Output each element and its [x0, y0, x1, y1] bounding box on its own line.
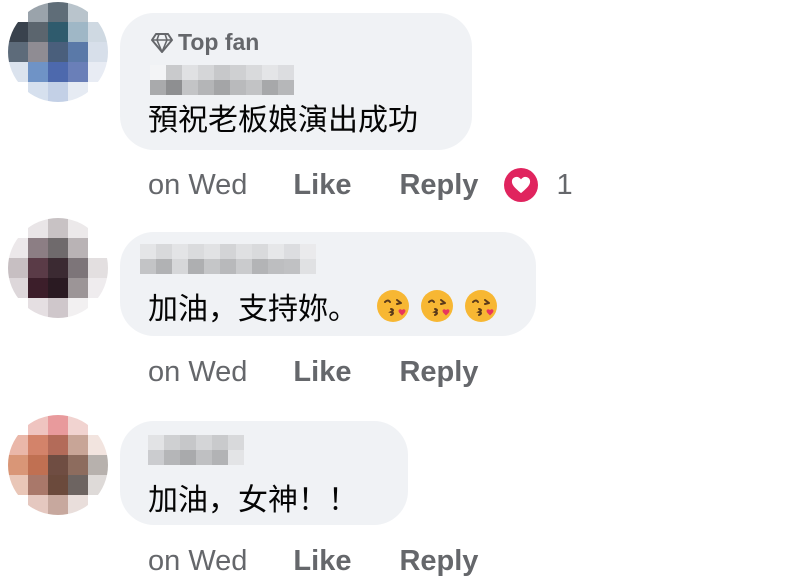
author-name-redacted[interactable] [150, 65, 294, 95]
timestamp[interactable]: on Wed [148, 545, 247, 578]
kissing-face-icon [421, 290, 453, 322]
badge-label: Top fan [178, 29, 260, 55]
comment-bubble: Top fan 預祝老板娘演出成功 [120, 13, 472, 150]
comment-text: 加油，支持妳。 [148, 284, 498, 328]
top-fan-badge: Top fan [150, 29, 259, 56]
comment-bubble: 加油，支持妳。 [120, 232, 536, 336]
author-name-redacted[interactable] [148, 435, 244, 465]
heart-reaction-icon [504, 168, 539, 202]
like-button[interactable]: Like [293, 169, 351, 202]
comment-actions: on Wed Like Reply 1 [148, 168, 573, 202]
reaction-summary[interactable]: 1 [504, 168, 573, 202]
reply-button[interactable]: Reply [399, 545, 478, 578]
timestamp[interactable]: on Wed [148, 356, 247, 389]
like-button[interactable]: Like [293, 545, 351, 578]
comment-text-content: 加油，支持妳。 [148, 293, 358, 326]
like-button[interactable]: Like [293, 356, 351, 389]
comment-text: 加油，女神！！ [148, 484, 358, 517]
comment-text: 預祝老板娘演出成功 [148, 104, 418, 137]
avatar[interactable] [8, 2, 108, 102]
reply-button[interactable]: Reply [399, 169, 478, 202]
comment-actions: on Wed Like Reply [148, 545, 478, 578]
avatar[interactable] [8, 218, 108, 318]
timestamp[interactable]: on Wed [148, 169, 247, 202]
avatar[interactable] [8, 415, 108, 515]
author-name-redacted[interactable] [140, 244, 316, 274]
reaction-count: 1 [556, 168, 573, 201]
kissing-face-icon [465, 290, 497, 322]
comment-actions: on Wed Like Reply [148, 356, 478, 389]
kissing-face-icon [377, 290, 409, 322]
reply-button[interactable]: Reply [399, 356, 478, 389]
comment-bubble: 加油，女神！！ [120, 421, 408, 525]
diamond-icon [151, 32, 173, 53]
